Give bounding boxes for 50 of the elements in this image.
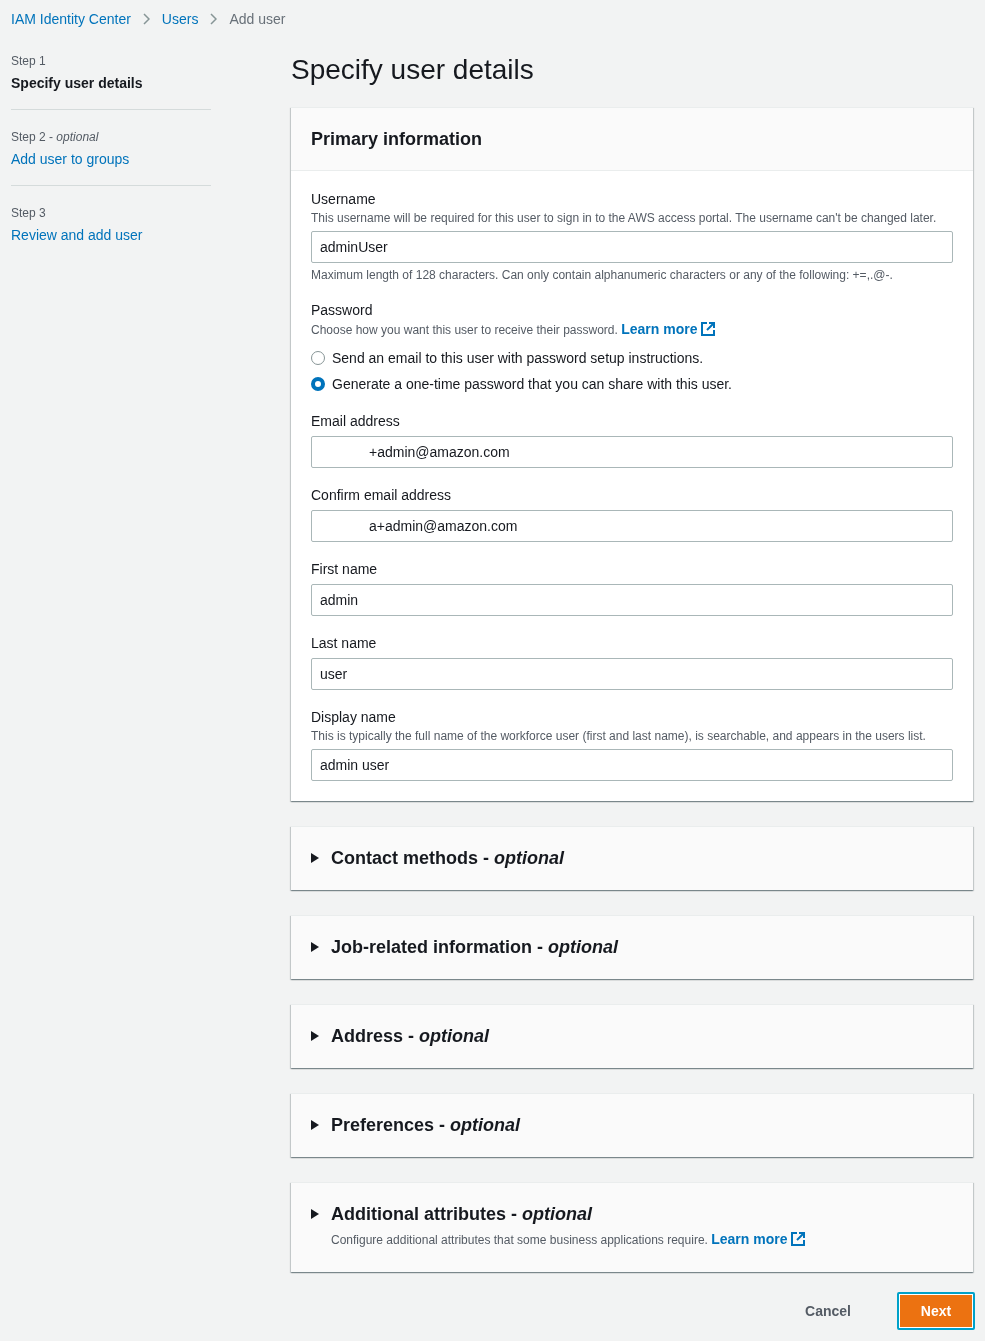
section-title[interactable]: Contact methods - optional <box>331 845 564 871</box>
chevron-right-icon <box>210 13 218 25</box>
chevron-right-icon <box>142 13 150 25</box>
breadcrumb-link[interactable]: Users <box>161 9 199 29</box>
text-input[interactable]: admin <box>311 584 953 616</box>
caret-right-icon[interactable] <box>311 1209 319 1219</box>
text-input[interactable]: admin user <box>311 749 953 781</box>
learn-more-link[interactable]: Learn more <box>711 1231 806 1247</box>
text-input[interactable]: a+admin@amazon.com <box>311 510 953 542</box>
radio-label: Send an email to this user with password setup instructions. <box>332 349 704 368</box>
field-description: This username will be required for this user to sign in to the AWS access portal. The username can't be changed later. <box>311 210 937 226</box>
section-description: Configure additional attributes that some business applications require. Learn more <box>331 1231 806 1248</box>
field-label: Last name <box>311 634 377 653</box>
field-label: Password <box>311 301 373 320</box>
cancel-button[interactable]: Cancel <box>783 1292 873 1330</box>
caret-right-icon[interactable] <box>311 1120 319 1130</box>
field-constraint: Maximum length of 128 characters. Can only contain alphanumeric characters or any of the following: +=,.@-. <box>311 267 893 283</box>
field-description: This is typically the full name of the workforce user (first and last name), is searchable, and appears in the users list. <box>311 728 926 744</box>
current-page-text: Add user <box>229 10 286 29</box>
step-link[interactable]: Add user to groups <box>11 149 130 169</box>
field-label: Confirm email address <box>311 486 452 505</box>
section-title[interactable]: Preferences - optional <box>331 1112 521 1138</box>
step-number: Step 3 <box>11 205 46 221</box>
caret-right-icon[interactable] <box>311 1031 319 1041</box>
field-label: Email address <box>311 412 400 431</box>
step-number: Step 2 - optional <box>11 129 99 145</box>
caret-right-icon[interactable] <box>311 942 319 952</box>
text-input[interactable]: user <box>311 658 953 690</box>
field-description: Choose how you want this user to receive their password. Learn more <box>311 321 716 338</box>
field-label: First name <box>311 560 378 579</box>
section-title[interactable]: Job-related information - optional <box>331 934 618 960</box>
section-title[interactable]: Additional attributes - optional <box>331 1201 592 1227</box>
field-label: Display name <box>311 708 396 727</box>
field-label: Username <box>311 190 376 209</box>
radio-button[interactable] <box>311 377 325 391</box>
section-title[interactable]: Address - optional <box>331 1023 490 1049</box>
breadcrumb-link[interactable]: IAM Identity Center <box>11 9 131 29</box>
step-link[interactable]: Review and add user <box>11 225 143 245</box>
current-step-title[interactable]: Specify user details <box>11 73 143 93</box>
page-title: Specify user details <box>291 53 534 87</box>
radio-button[interactable] <box>311 351 325 365</box>
card-title: Primary information <box>311 128 483 151</box>
radio-label: Generate a one-time password that you can share with this user. <box>332 375 732 394</box>
external-link-icon <box>701 322 716 336</box>
learn-more-link[interactable]: Learn more <box>621 321 716 337</box>
external-link-icon <box>791 1232 806 1246</box>
caret-right-icon[interactable] <box>311 853 319 863</box>
step-number: Step 1 <box>11 53 46 69</box>
text-input[interactable]: +admin@amazon.com <box>311 436 953 468</box>
text-input[interactable]: adminUser <box>311 231 953 263</box>
